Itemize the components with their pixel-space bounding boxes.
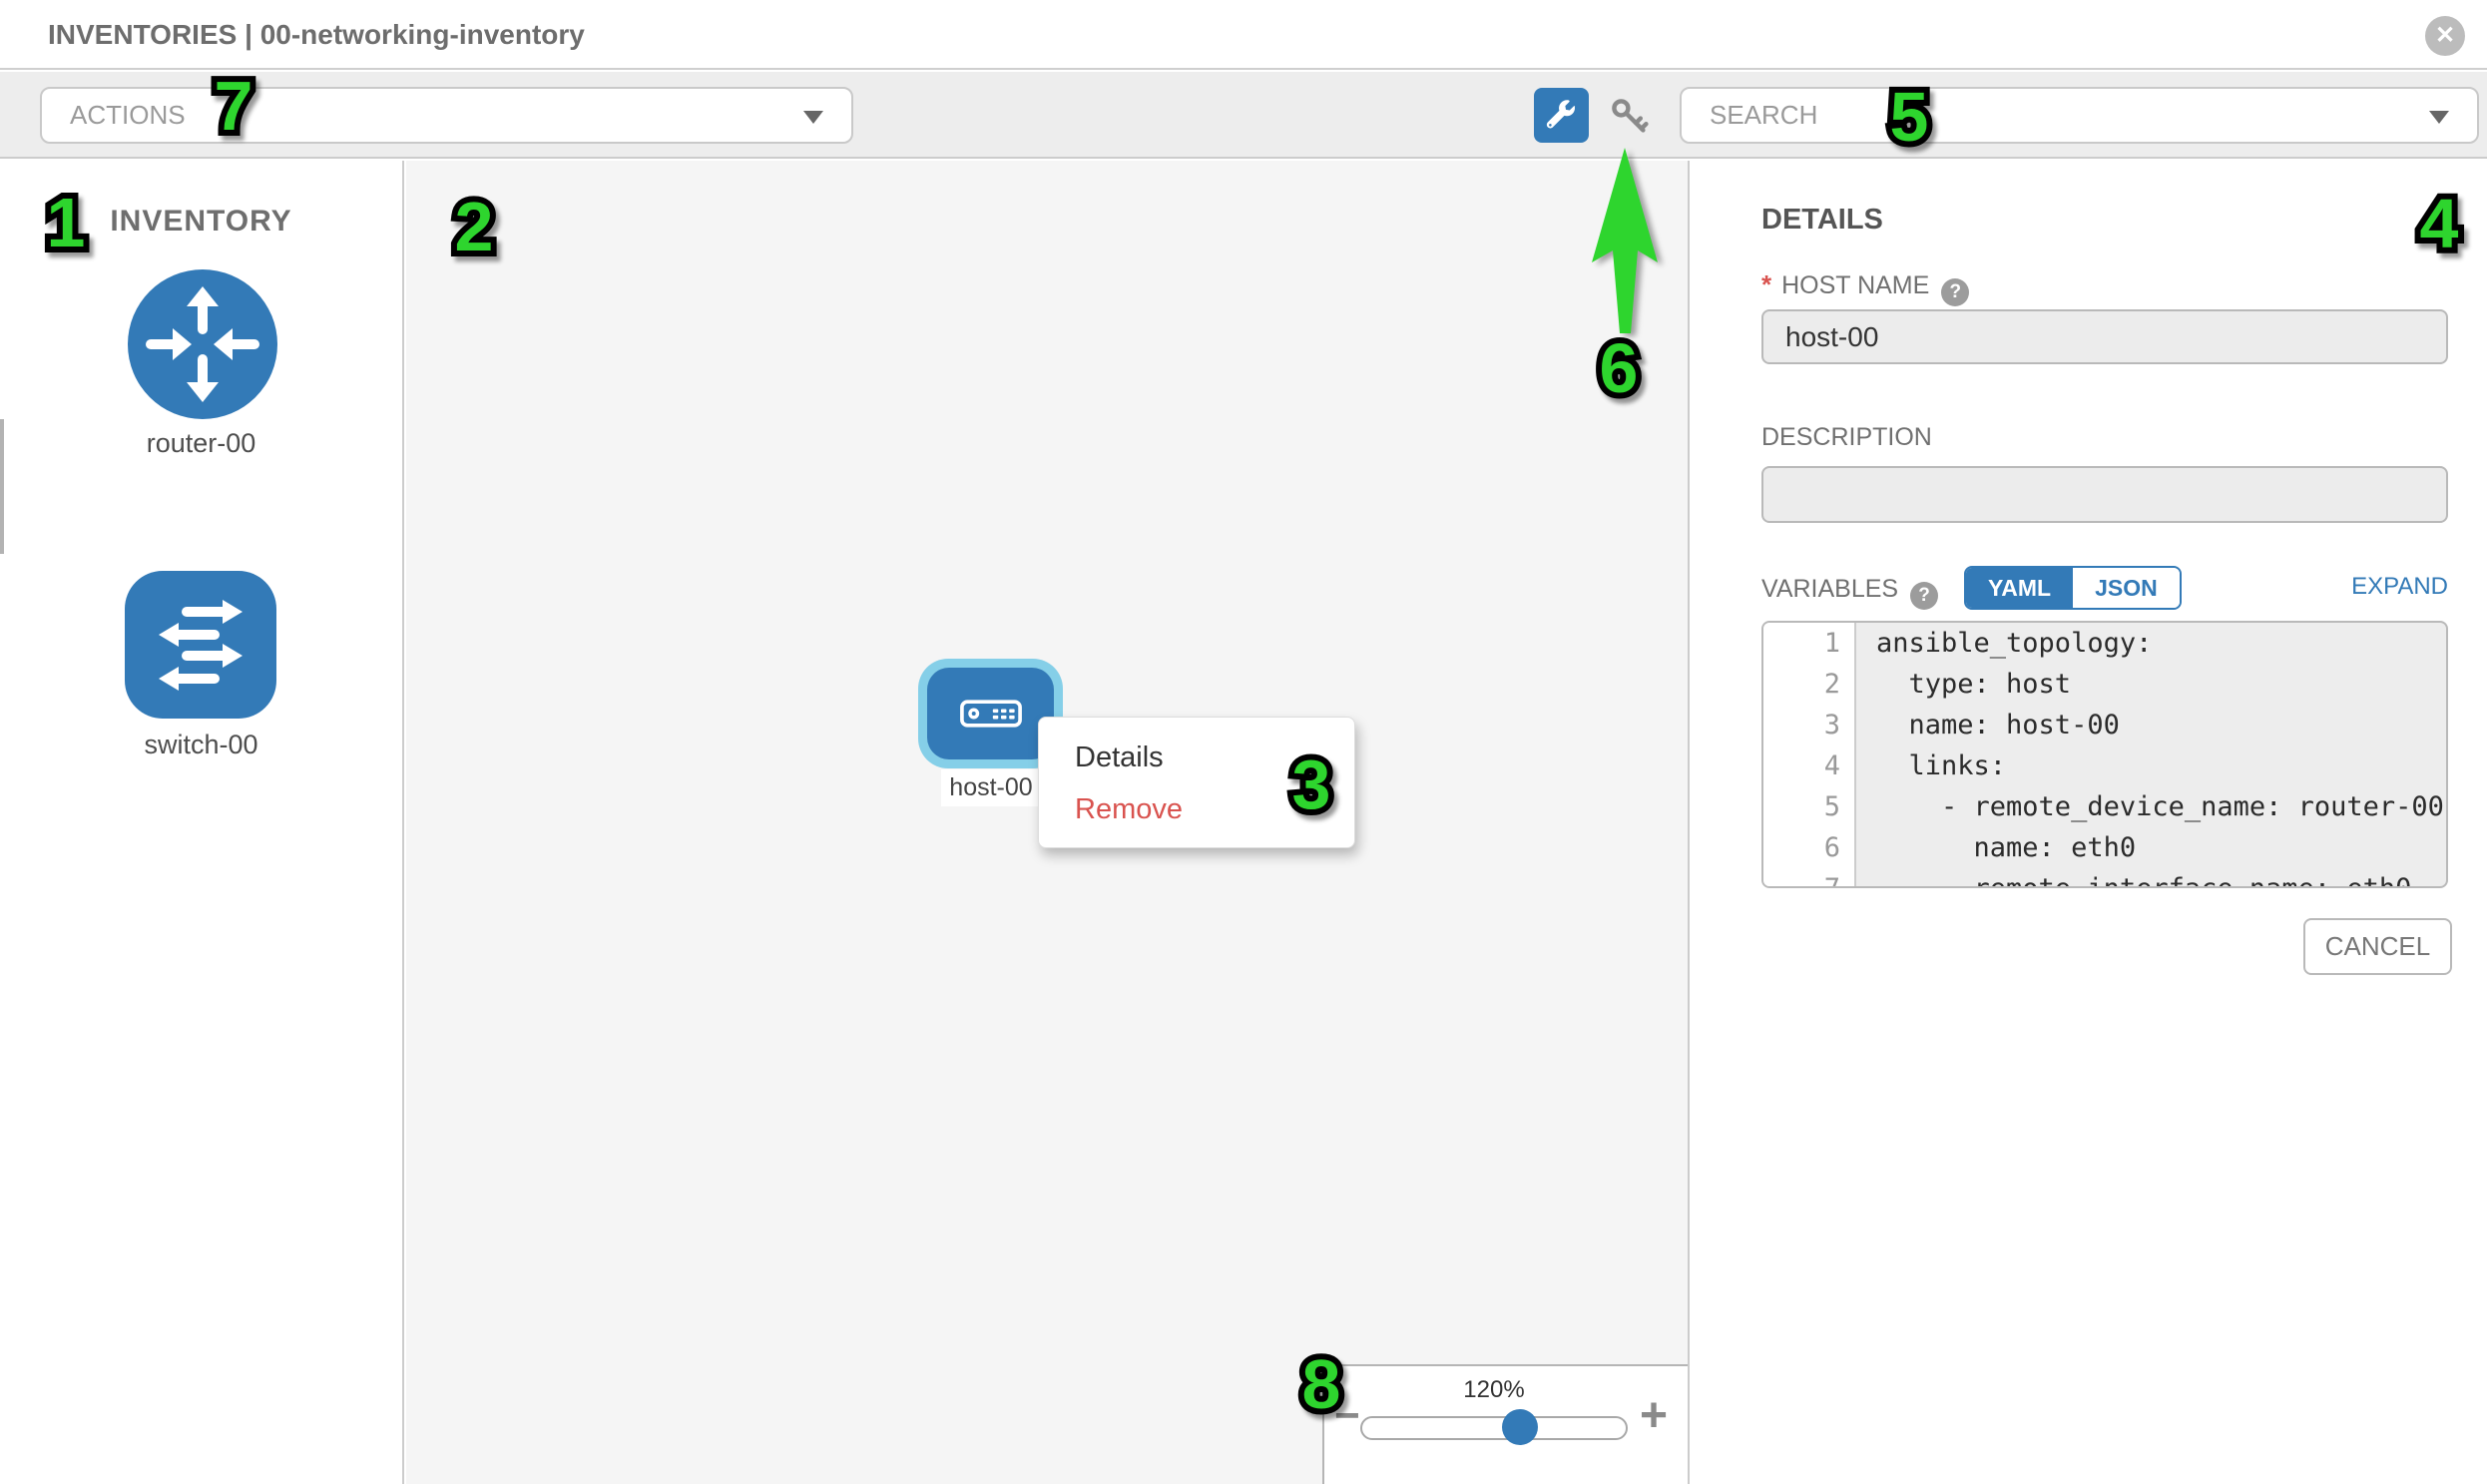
context-menu: Details Remove bbox=[1038, 717, 1355, 848]
editor-gutter: 1 2 3 4 5 6 7 bbox=[1763, 623, 1856, 886]
editor-code[interactable]: ansible_topology: type: host name: host-… bbox=[1858, 623, 2446, 888]
chevron-down-icon bbox=[803, 111, 823, 124]
zoom-level: 120% bbox=[1324, 1376, 1664, 1404]
close-glyph: ✕ bbox=[2435, 22, 2455, 49]
header: INVENTORIES | 00-networking-inventory ✕ bbox=[0, 0, 2487, 70]
line-number: 1 bbox=[1763, 623, 1854, 664]
context-menu-item-remove[interactable]: Remove bbox=[1039, 783, 1354, 835]
cancel-button[interactable]: CANCEL bbox=[2303, 918, 2452, 975]
actions-dropdown[interactable]: ACTIONS bbox=[40, 87, 853, 144]
inventory-topology-page: INVENTORIES | 00-networking-inventory ✕ … bbox=[0, 0, 2487, 1484]
zoom-slider-handle[interactable] bbox=[1502, 1409, 1538, 1445]
code-line: links: bbox=[1858, 745, 2446, 786]
zoom-slider-track[interactable] bbox=[1360, 1416, 1628, 1440]
line-number: 2 bbox=[1763, 664, 1854, 705]
line-number: 7 bbox=[1763, 868, 1854, 888]
switch-icon bbox=[125, 571, 276, 719]
wrench-icon bbox=[1546, 100, 1577, 131]
code-line: name: eth0 bbox=[1858, 827, 2446, 868]
router-icon bbox=[128, 269, 277, 419]
close-icon[interactable]: ✕ bbox=[2425, 16, 2465, 56]
variables-editor[interactable]: 1 2 3 4 5 6 7 ansible_topology: type: ho… bbox=[1761, 621, 2448, 888]
code-line: name: host-00 bbox=[1858, 705, 2446, 745]
code-line: type: host bbox=[1858, 664, 2446, 705]
page-title: INVENTORIES | 00-networking-inventory bbox=[48, 0, 585, 70]
help-icon[interactable]: ? bbox=[1941, 278, 1969, 306]
help-icon[interactable]: ? bbox=[1910, 582, 1938, 610]
chevron-down-icon bbox=[2429, 111, 2449, 124]
details-panel: DETAILS * HOST NAME? DESCRIPTION VARIABLE… bbox=[1692, 161, 2487, 1484]
line-number: 4 bbox=[1763, 745, 1854, 786]
key-icon-glyph bbox=[1605, 92, 1653, 140]
host-node-body bbox=[927, 668, 1054, 759]
search-dropdown-label: SEARCH bbox=[1710, 89, 1817, 142]
toolbar: ACTIONS SEARCH bbox=[0, 72, 2487, 159]
variables-row: VARIABLES? YAML JSON EXPAND bbox=[1761, 575, 2448, 621]
palette-item-router-label: router-00 bbox=[0, 428, 402, 459]
variables-label: VARIABLES bbox=[1761, 575, 1898, 603]
host-name-label: HOST NAME bbox=[1781, 271, 1929, 299]
host-node-label: host-00 bbox=[941, 769, 1041, 806]
line-number: 5 bbox=[1763, 786, 1854, 827]
code-line: - remote_device_name: router-00 bbox=[1858, 786, 2446, 827]
sidebar-title: INVENTORY bbox=[0, 205, 402, 239]
context-menu-item-details[interactable]: Details bbox=[1039, 732, 1354, 783]
inventory-sidebar: INVENTORY router-00 bbox=[0, 161, 404, 1484]
zoom-out-button[interactable]: − bbox=[1334, 1394, 1360, 1438]
palette-item-switch[interactable] bbox=[125, 571, 276, 724]
expand-link[interactable]: EXPAND bbox=[2351, 573, 2448, 601]
zoom-in-button[interactable]: + bbox=[1640, 1392, 1668, 1440]
code-line: remote_interface_name: eth0 bbox=[1858, 868, 2446, 888]
line-number: 3 bbox=[1763, 705, 1854, 745]
zoom-control: 120% − + bbox=[1322, 1364, 1690, 1484]
description-input[interactable] bbox=[1761, 466, 2448, 523]
key-icon[interactable] bbox=[1605, 92, 1653, 140]
code-line: ansible_topology: bbox=[1858, 623, 2446, 664]
host-name-input[interactable] bbox=[1761, 309, 2448, 364]
palette-item-switch-label: switch-00 bbox=[0, 730, 402, 760]
actions-dropdown-label: ACTIONS bbox=[70, 89, 186, 142]
variables-format-toggle: YAML JSON bbox=[1964, 566, 2182, 610]
host-icon bbox=[957, 694, 1025, 734]
palette-item-router[interactable] bbox=[128, 269, 277, 424]
description-label: DESCRIPTION bbox=[1761, 423, 2448, 452]
details-title: DETAILS bbox=[1761, 204, 2448, 237]
required-asterisk: * bbox=[1761, 269, 1771, 299]
configure-tools-button[interactable] bbox=[1534, 88, 1589, 143]
host-name-label-row: * HOST NAME? bbox=[1761, 269, 2448, 306]
tab-yaml[interactable]: YAML bbox=[1966, 568, 2073, 608]
search-dropdown[interactable]: SEARCH bbox=[1680, 87, 2479, 144]
line-number: 6 bbox=[1763, 827, 1854, 868]
tab-json[interactable]: JSON bbox=[2073, 568, 2180, 608]
topology-canvas[interactable]: host-00 Details Remove 120% − + bbox=[406, 161, 1690, 1484]
